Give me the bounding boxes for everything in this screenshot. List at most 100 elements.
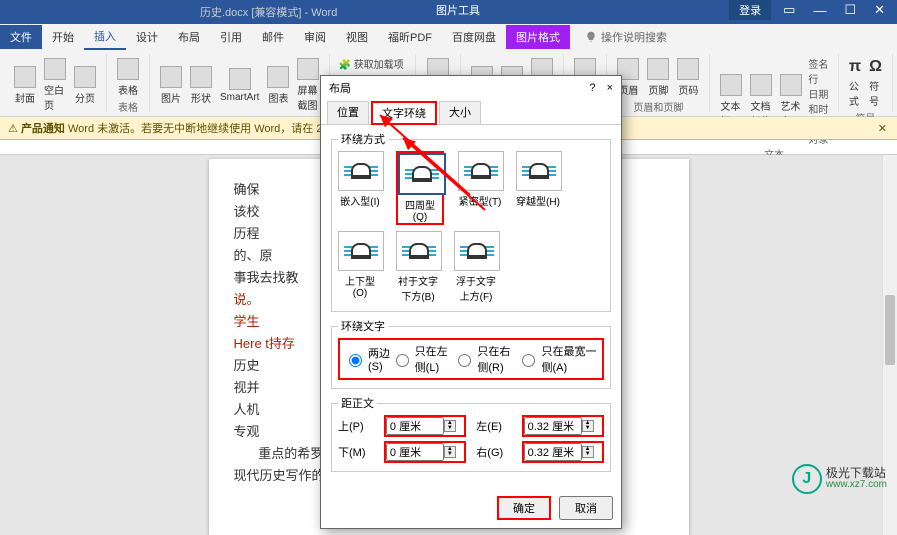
logo-icon: J (792, 464, 822, 494)
warning-close-icon[interactable]: ✕ (878, 122, 887, 135)
radio-both-sides[interactable]: 两边(S) (344, 343, 391, 375)
wrap-infront-icon (454, 231, 500, 271)
document-title: 历史.docx [兼容模式] - Word (200, 4, 337, 20)
dist-top-label: 上(P) (338, 418, 374, 434)
smartart-button[interactable]: SmartArt (218, 66, 261, 105)
tab-baidu[interactable]: 百度网盘 (442, 25, 506, 49)
shapes-button[interactable]: 形状 (188, 64, 214, 107)
cover-page-button[interactable]: 封面 (12, 64, 38, 107)
wrap-text-group: 环绕文字 两边(S) 只在左侧(L) 只在右侧(R) 只在最宽一侧(A) (331, 318, 611, 389)
wrap-style-group: 环绕方式 嵌入型(I) 四周型(Q) 紧密型(T) 穿越型(H) 上下型(O) … (331, 131, 611, 312)
group-tables-label: 表格 (115, 99, 141, 114)
dialog-tab-size[interactable]: 大小 (439, 101, 481, 125)
wordart-icon (780, 74, 802, 96)
warning-icon: ⚠ (8, 122, 18, 135)
tab-insert[interactable]: 插入 (84, 24, 126, 50)
dialog-tab-textwrap[interactable]: 文字环绕 (371, 101, 437, 125)
radio-both-sides-input[interactable] (349, 354, 362, 367)
wrap-through-icon (516, 151, 562, 191)
equation-button[interactable]: π公式 (847, 56, 863, 110)
symbol-button[interactable]: Ω符号 (867, 56, 884, 110)
dist-left-label: 左(E) (476, 418, 511, 434)
tab-review[interactable]: 审阅 (294, 25, 336, 49)
dialog-close-icon[interactable]: × (607, 82, 613, 94)
dialog-tab-position[interactable]: 位置 (327, 101, 369, 125)
wrap-text-legend: 环绕文字 (338, 318, 388, 334)
login-button[interactable]: 登录 (729, 0, 771, 20)
tab-picture-format[interactable]: 图片格式 (506, 25, 570, 49)
table-button[interactable]: 表格 (115, 56, 141, 99)
ribbon-options-icon[interactable]: ▭ (777, 2, 801, 18)
dist-right-input[interactable] (524, 443, 582, 461)
footer-button[interactable]: 页脚 (645, 56, 671, 99)
distance-legend: 距正文 (338, 395, 377, 411)
radio-left-only[interactable]: 只在左侧(L) (391, 343, 454, 375)
watermark-logo: J 极光下载站 www.xz7.com (792, 464, 887, 494)
wrap-inline[interactable]: 嵌入型(I) (338, 151, 382, 225)
tab-references[interactable]: 引用 (210, 25, 252, 49)
pagebreak-icon (74, 66, 96, 88)
wrap-tight[interactable]: 紧密型(T) (458, 151, 502, 225)
spinner-icon[interactable]: ▲▼ (582, 420, 594, 432)
wrap-style-legend: 环绕方式 (338, 131, 388, 147)
dist-bottom-input[interactable] (386, 443, 444, 461)
distance-group: 距正文 上(P) ▲▼ 左(E) ▲▼ 下(M) ▲▼ 右(G) ▲▼ (331, 395, 611, 472)
blankpage-icon (44, 58, 66, 80)
radio-largest-only-input[interactable] (522, 354, 535, 367)
tab-mailings[interactable]: 邮件 (252, 25, 294, 49)
dist-left-input[interactable] (524, 417, 582, 435)
tab-layout[interactable]: 布局 (168, 25, 210, 49)
chart-button[interactable]: 图表 (265, 64, 291, 107)
dialog-titlebar[interactable]: 布局 ? × (321, 76, 621, 100)
page-break-button[interactable]: 分页 (72, 64, 98, 107)
pagenumber-button[interactable]: 页码 (675, 56, 701, 99)
close-icon[interactable]: ✕ (868, 2, 891, 18)
logo-url: www.xz7.com (826, 479, 887, 491)
blank-page-button[interactable]: 空白页 (42, 56, 68, 114)
spinner-icon[interactable]: ▲▼ (444, 420, 456, 432)
minimize-icon[interactable]: — (807, 3, 832, 18)
group-headerfooter-label: 页眉和页脚 (615, 99, 701, 114)
radio-right-only-input[interactable] (458, 354, 471, 367)
dist-bottom-label: 下(M) (338, 444, 374, 460)
signature-line-button[interactable]: 签名行 (808, 56, 829, 86)
dist-right-label: 右(G) (476, 444, 511, 460)
wrap-through[interactable]: 穿越型(H) (516, 151, 560, 225)
footer-icon (647, 58, 669, 80)
radio-right-only[interactable]: 只在右侧(R) (453, 343, 517, 375)
tab-home[interactable]: 开始 (42, 25, 84, 49)
shapes-icon (190, 66, 212, 88)
restore-icon[interactable]: ☐ (838, 2, 862, 18)
wrap-behind-icon (396, 231, 442, 271)
textbox-icon (720, 74, 742, 96)
logo-name: 极光下载站 (826, 467, 886, 479)
tell-me-search[interactable]: 操作说明搜索 (585, 29, 667, 45)
wrap-behind[interactable]: 衬于文字下方(B) (396, 231, 440, 303)
tab-foxit[interactable]: 福昕PDF (378, 25, 442, 49)
spinner-icon[interactable]: ▲▼ (444, 446, 456, 458)
context-tab-name: 图片工具 (436, 2, 480, 18)
wrap-infront[interactable]: 浮于文字上方(F) (454, 231, 498, 303)
picture-button[interactable]: 图片 (158, 64, 184, 107)
wrap-topbottom-icon (338, 231, 384, 271)
scrollbar-thumb[interactable] (885, 295, 895, 365)
dist-top-input[interactable] (386, 417, 444, 435)
wrap-topbottom[interactable]: 上下型(O) (338, 231, 382, 303)
radio-left-only-input[interactable] (396, 354, 409, 367)
chart-icon (267, 66, 289, 88)
smartart-icon (229, 68, 251, 90)
wrap-square[interactable]: 四周型(Q) (396, 151, 444, 225)
table-icon (117, 58, 139, 80)
lightbulb-icon (585, 31, 597, 43)
dialog-help-icon[interactable]: ? (589, 82, 595, 94)
get-addins-button[interactable]: 🧩 获取加载项 (338, 56, 403, 71)
wrap-inline-icon (338, 151, 384, 191)
warning-tag: 产品通知 (21, 120, 65, 136)
radio-largest-only[interactable]: 只在最宽一侧(A) (517, 343, 598, 375)
screenshot-button[interactable]: 屏幕截图 (295, 56, 321, 114)
tab-file[interactable]: 文件 (0, 25, 42, 49)
spinner-icon[interactable]: ▲▼ (582, 446, 594, 458)
wrap-square-icon (398, 153, 446, 195)
tab-design[interactable]: 设计 (126, 25, 168, 49)
tab-view[interactable]: 视图 (336, 25, 378, 49)
